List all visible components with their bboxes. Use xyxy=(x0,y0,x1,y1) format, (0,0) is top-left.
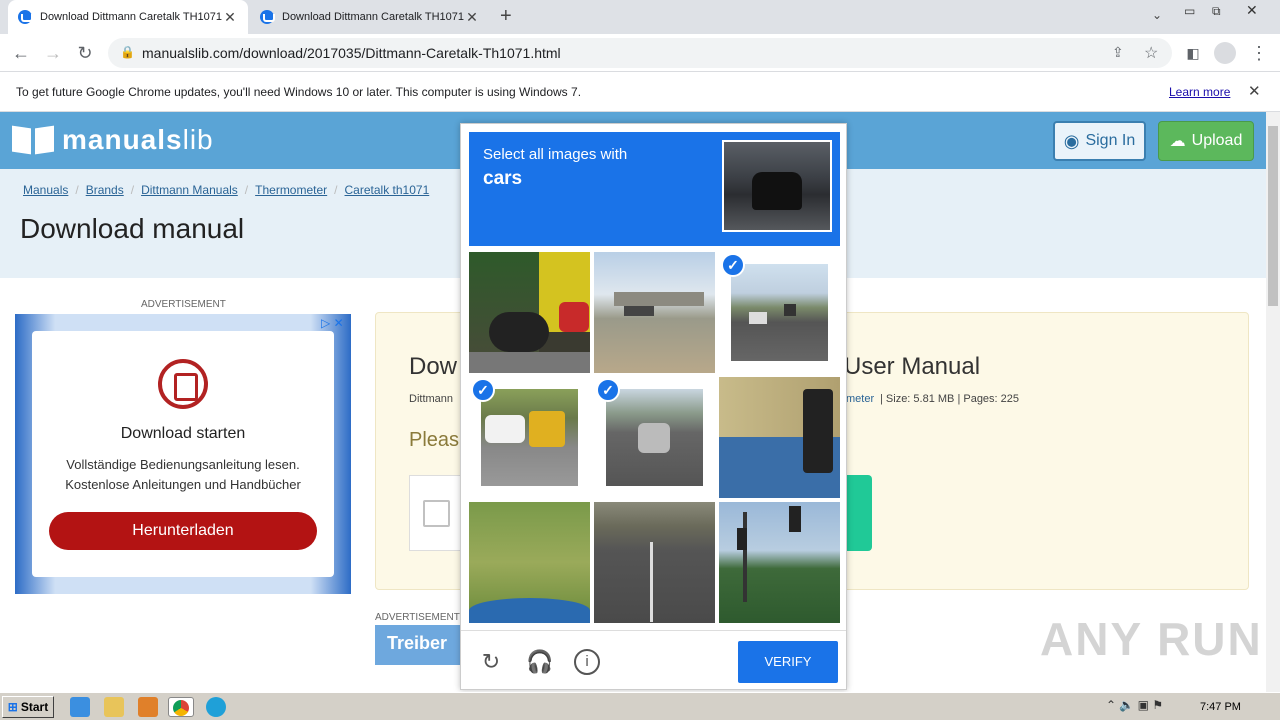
page-title: Download manual xyxy=(20,213,245,244)
profile-avatar-icon[interactable] xyxy=(1214,42,1236,64)
sign-in-label: Sign In xyxy=(1085,132,1136,149)
ad-label: ADVERTISEMENT xyxy=(141,299,226,310)
captcha-tile-8[interactable] xyxy=(594,502,715,623)
lock-icon: 🔒 xyxy=(120,45,135,59)
close-icon[interactable]: ✕ xyxy=(464,9,480,26)
breadcrumb-manuals[interactable]: Manuals xyxy=(23,183,68,197)
breadcrumb-brands[interactable]: Brands xyxy=(86,183,124,197)
tab-title: Download Dittmann Caretalk TH1071 xyxy=(282,11,464,23)
selected-checkmark-icon: ✓ xyxy=(471,378,495,402)
sign-in-button[interactable]: ◉ Sign In xyxy=(1053,121,1146,161)
new-tab-button[interactable]: + xyxy=(500,5,512,28)
taskbar: ⊞ Start ⌃ 🔈 ▣ ⚑ 7:47 PM xyxy=(0,692,1280,720)
file-explorer-icon[interactable] xyxy=(104,697,124,717)
ad-line1: Vollständige Bedienungsanleitung lesen. xyxy=(66,457,300,472)
gear-document-icon xyxy=(158,359,208,409)
ad-download-button[interactable]: Herunterladen xyxy=(49,512,317,550)
selected-checkmark-icon: ✓ xyxy=(596,378,620,402)
minimize-button[interactable]: ▭ xyxy=(1184,4,1195,18)
download-button-edge[interactable] xyxy=(846,475,872,551)
tab-title: Download Dittmann Caretalk TH1071 xyxy=(40,11,222,23)
logo-suffix: lib xyxy=(182,124,214,155)
refresh-icon[interactable]: ↻ xyxy=(478,649,504,675)
learn-more-link[interactable]: Learn more xyxy=(1169,85,1230,99)
captcha-footer: ↻ 🎧 i VERIFY xyxy=(461,630,846,689)
breadcrumb-thermometer[interactable]: Thermometer xyxy=(255,183,327,197)
manualslib-favicon-icon xyxy=(260,10,275,24)
browser-toolbar: ← → ↻ 🔒 manualslib.com/download/2017035/… xyxy=(0,34,1280,72)
infobar-message: To get future Google Chrome updates, you… xyxy=(16,85,582,99)
ad-box: ▷ ✕ Download starten Vollständige Bedien… xyxy=(15,314,351,594)
sample-car-image xyxy=(722,140,832,232)
close-icon[interactable]: ✕ xyxy=(222,9,238,26)
captcha-tile-6[interactable] xyxy=(719,377,840,498)
breadcrumb: Manuals / Brands / Dittmann Manuals / Thermome… xyxy=(23,183,430,197)
page-scrollbar[interactable] xyxy=(1266,112,1280,692)
url-text: manualslib.com/download/2017035/Dittmann… xyxy=(142,45,561,61)
ad-inner[interactable]: Download starten Vollständige Bedienungs… xyxy=(32,331,334,577)
card-meta-right: | Size: 5.81 MB | Pages: 225 xyxy=(880,393,1020,405)
maximize-button[interactable]: ⧉ xyxy=(1212,4,1221,19)
verify-button[interactable]: VERIFY xyxy=(738,641,838,683)
breadcrumb-caretalk[interactable]: Caretalk th1071 xyxy=(345,183,430,197)
captcha-target: cars xyxy=(483,168,523,189)
user-icon: ◉ xyxy=(1063,130,1080,151)
card-meta-link[interactable]: meter xyxy=(846,393,874,405)
media-player-icon[interactable] xyxy=(138,697,158,717)
book-icon xyxy=(12,125,54,155)
upload-label: Upload xyxy=(1191,132,1243,149)
headphones-icon[interactable]: 🎧 xyxy=(526,649,553,675)
captcha-header: Select all images with cars xyxy=(469,132,840,246)
tab-2[interactable]: Download Dittmann Caretalk TH1071 ✕ xyxy=(250,0,490,34)
tray-icons[interactable]: ⌃ 🔈 ▣ ⚑ xyxy=(1106,698,1163,712)
manualslib-logo[interactable]: manuals lib xyxy=(12,124,214,156)
ad-title: Download starten xyxy=(120,425,246,442)
recaptcha-checkbox[interactable] xyxy=(423,500,450,527)
logo-main: manuals xyxy=(62,124,183,155)
internet-explorer-icon[interactable] xyxy=(70,697,90,717)
address-bar[interactable]: 🔒 manualslib.com/download/2017035/Dittma… xyxy=(108,38,1172,68)
upload-button[interactable]: ☁ Upload xyxy=(1158,121,1254,161)
reload-icon[interactable]: ↻ xyxy=(72,40,98,66)
captcha-tile-7[interactable] xyxy=(469,502,590,623)
bookmark-star-icon[interactable]: ☆ xyxy=(1144,43,1158,63)
scrollbar-thumb[interactable] xyxy=(1268,126,1278,306)
close-window-button[interactable]: ✕ xyxy=(1246,2,1258,19)
ad-line2: Kostenlose Anleitungen und Handbücher xyxy=(65,477,301,492)
adchoices-icon[interactable]: ▷ ✕ xyxy=(321,316,344,330)
captcha-tile-1[interactable] xyxy=(469,252,590,373)
captcha-instruction: Select all images with xyxy=(483,146,628,163)
watermark-text: ANY RUN xyxy=(1040,613,1263,665)
close-icon[interactable]: ✕ xyxy=(1248,82,1261,100)
manualslib-favicon-icon xyxy=(18,10,33,24)
card-title-right: User Manual xyxy=(844,353,981,380)
selected-checkmark-icon: ✓ xyxy=(721,253,745,277)
update-infobar: To get future Google Chrome updates, you… xyxy=(0,72,1280,112)
captcha-tile-2[interactable] xyxy=(594,252,715,373)
ad-label-2: ADVERTISEMENT xyxy=(375,612,460,623)
tab-1[interactable]: Download Dittmann Caretalk TH1071 ✕ xyxy=(8,0,248,34)
forward-arrow-icon[interactable]: → xyxy=(40,40,66,66)
card-meta-left: Dittmann xyxy=(409,393,454,405)
tab-strip: Download Dittmann Caretalk TH1071 ✕ Down… xyxy=(0,0,1280,34)
card-please: Pleas xyxy=(409,429,460,451)
breadcrumb-dittmann[interactable]: Dittmann Manuals xyxy=(141,183,238,197)
share-icon[interactable]: ⇪ xyxy=(1112,44,1124,61)
windows-logo-icon: ⊞ xyxy=(7,700,18,714)
card-title-left: Dow xyxy=(409,353,458,380)
clock: 7:47 PM xyxy=(1200,701,1241,713)
start-label: Start xyxy=(20,700,49,714)
start-button[interactable]: ⊞ Start xyxy=(2,696,54,718)
side-panel-icon[interactable]: ◧ xyxy=(1180,40,1206,66)
info-icon[interactable]: i xyxy=(574,649,600,675)
chrome-taskbar-icon[interactable] xyxy=(168,697,194,717)
captcha-challenge: Select all images with cars ✓ ✓ ✓ ↻ 🎧 i … xyxy=(460,123,847,690)
captcha-tile-9[interactable] xyxy=(719,502,840,623)
menu-kebab-icon[interactable]: ⋮ xyxy=(1246,40,1272,66)
ad-banner[interactable]: Treiber xyxy=(375,625,465,665)
cloud-upload-icon: ☁ xyxy=(1169,133,1186,150)
back-arrow-icon[interactable]: ← xyxy=(8,40,34,66)
edge-icon[interactable] xyxy=(206,697,226,717)
tab-search-chevron-icon[interactable]: ⌄ xyxy=(1152,8,1162,22)
